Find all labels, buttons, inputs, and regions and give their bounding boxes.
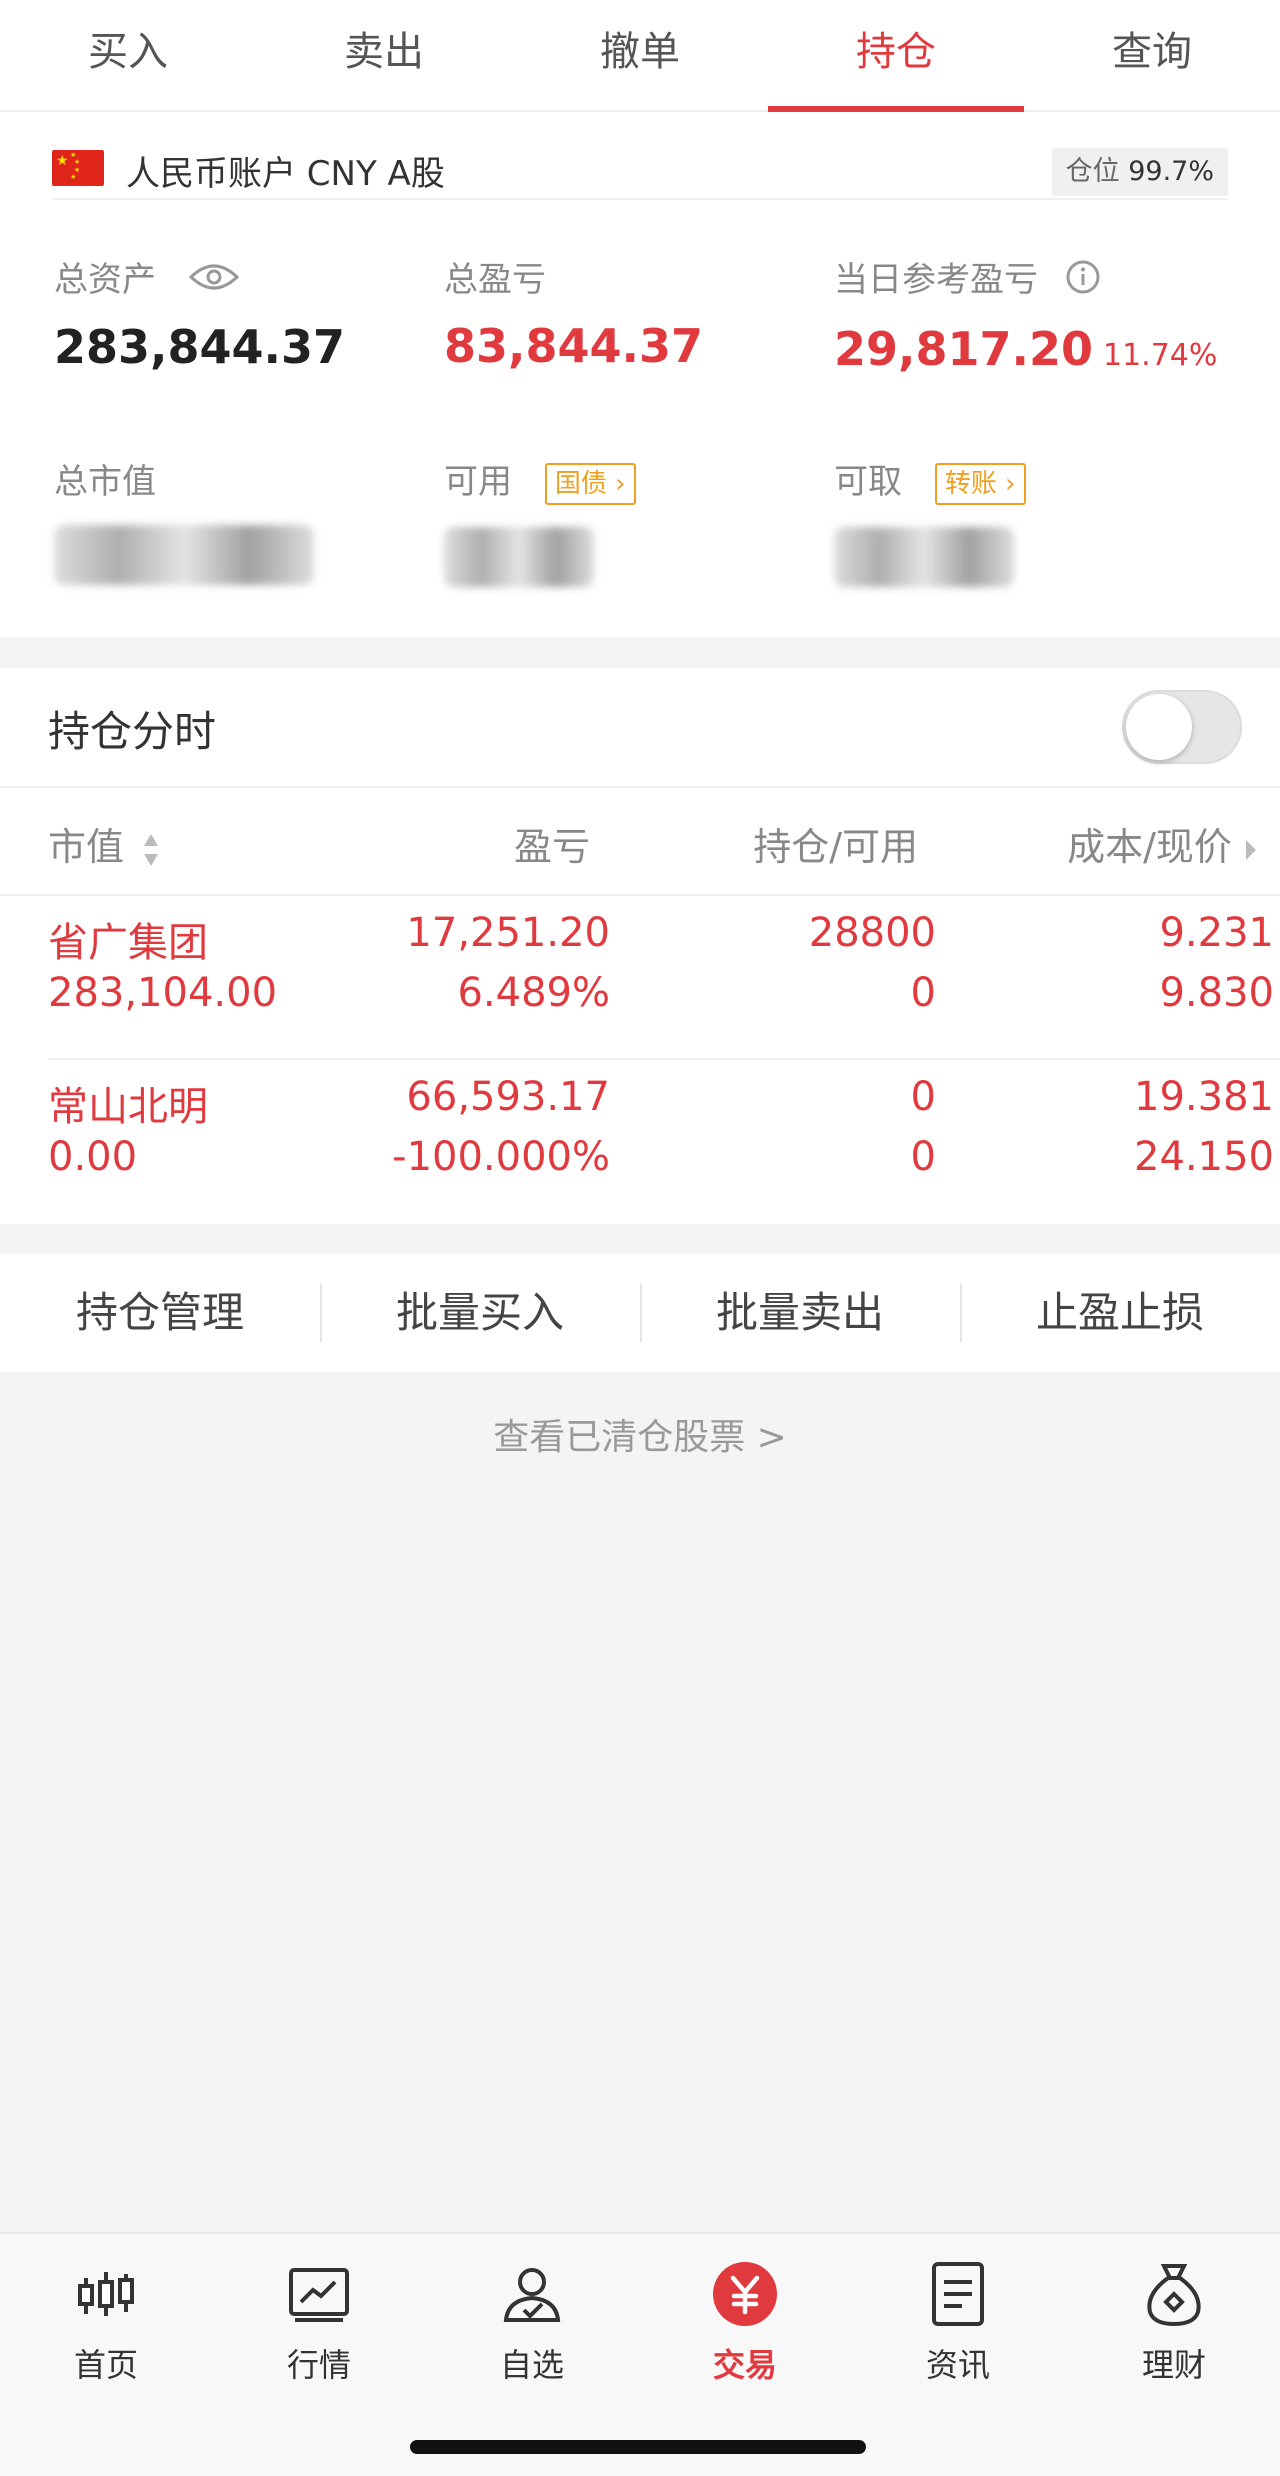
home-indicator[interactable] [410,2440,866,2454]
total-assets-label: 总资产 [54,260,156,300]
daily-pnl-stat: 当日参考盈亏 29,817.20 11.74% [834,252,1217,376]
nav-trade[interactable]: 交易 [675,2254,815,2386]
nav-market[interactable]: 行情 [249,2254,389,2386]
holdings-intraday-title: 持仓分时 [48,707,217,756]
market-value-label: 总市值 [54,462,156,502]
total-pnl-label: 总盈亏 [444,260,546,300]
document-icon [888,2254,1028,2334]
nav-trade-label: 交易 [712,2346,777,2384]
daily-pnl-value: 29,817.20 [834,322,1093,376]
stock-pnl: 66,593.17 [406,1074,610,1120]
holdings-section: 持仓分时 市值 盈亏 持仓/可用 成本/现价 省广集团 283,104.00 1… [0,668,1280,1224]
candlestick-icon [36,2254,176,2334]
total-assets-stat: 总资产 283,844.37 [54,252,345,374]
stock-cost: 9.231 [1159,910,1274,956]
stock-market-value: 283,104.00 [48,970,278,1016]
stock-price: 24.150 [1134,1134,1274,1180]
available-stat: 可用 国债 › [444,454,636,587]
person-check-icon [462,2254,602,2334]
header-cost-price[interactable]: 成本/现价 [1067,816,1258,871]
batch-buy-button[interactable]: 批量买入 [320,1254,640,1372]
available-redacted [444,526,594,587]
nav-market-label: 行情 [286,2346,351,2384]
header-market-value[interactable]: 市值 [48,816,160,871]
withdrawable-redacted [834,526,1014,587]
chart-line-icon [249,2254,389,2334]
position-ratio-badge: 仓位 99.7% [1051,148,1228,196]
nav-news[interactable]: 资讯 [888,2254,1028,2386]
nav-wealth[interactable]: 理财 [1104,2254,1244,2386]
nav-news-label: 资讯 [925,2346,990,2384]
total-pnl-stat: 总盈亏 83,844.37 [444,252,703,373]
chevron-right-icon [1246,839,1256,860]
holding-row[interactable]: 省广集团 283,104.00 17,251.20 6.489% 28800 0… [48,910,1274,1074]
nav-wealth-label: 理财 [1141,2346,1206,2384]
position-label: 仓位 [1065,156,1120,187]
tab-cancel-order[interactable]: 撤单 [512,0,768,110]
stock-market-value: 0.00 [48,1134,138,1180]
money-bag-icon [1104,2254,1244,2334]
withdrawable-label: 可取 [834,462,902,502]
holdings-action-bar: 持仓管理 批量买入 批量卖出 止盈止损 [0,1254,1280,1372]
yuan-icon [675,2254,815,2334]
eye-icon[interactable] [188,261,239,302]
stock-pnl-percent: 6.489% [457,970,610,1016]
stock-position: 0 [910,1074,936,1120]
header-pnl: 盈亏 [513,825,590,869]
take-profit-stop-loss-button[interactable]: 止盈止损 [960,1254,1280,1372]
tab-holdings[interactable]: 持仓 [768,0,1024,112]
bottom-nav-bar: 首页 行情 自选 交易 资讯 理财 [0,2232,1280,2476]
daily-pnl-label: 当日参考盈亏 [834,260,1038,300]
manage-holdings-button[interactable]: 持仓管理 [0,1254,320,1372]
stock-name: 省广集团 [48,920,208,966]
tab-query[interactable]: 查询 [1024,0,1280,110]
market-value-stat: 总市值 [54,454,314,585]
stock-pnl: 17,251.20 [406,910,610,956]
treasury-bond-tag[interactable]: 国债 › [544,462,636,505]
stock-cost: 19.381 [1134,1074,1274,1120]
row-divider [48,1058,1280,1060]
daily-pnl-percent: 11.74% [1103,338,1218,373]
nav-home-label: 首页 [73,2346,138,2384]
total-pnl-value: 83,844.37 [444,319,703,373]
available-label: 可用 [444,462,512,502]
info-icon[interactable] [1065,259,1101,304]
stock-available: 0 [910,970,936,1016]
toggle-knob [1126,694,1192,760]
nav-watchlist-label: 自选 [499,2346,564,2384]
stock-position: 28800 [808,910,936,956]
tab-buy[interactable]: 买入 [0,0,256,110]
holding-row[interactable]: 常山北明 0.00 66,593.17 -100.000% 0 0 19.381… [48,1074,1274,1238]
nav-home[interactable]: 首页 [36,2254,176,2386]
market-value-redacted [54,525,314,585]
top-tab-bar: 买入 卖出 撤单 持仓 查询 [0,0,1280,112]
stock-pnl-percent: -100.000% [392,1134,610,1180]
header-position-available: 持仓/可用 [753,825,918,869]
holdings-intraday-toggle[interactable] [1122,690,1242,764]
account-summary-card: ★ ★ ★ ★ ★ 人民币账户 CNY A股 仓位 99.7% 总资产 283,… [0,112,1280,637]
batch-sell-button[interactable]: 批量卖出 [640,1254,960,1372]
holdings-table-header: 市值 盈亏 持仓/可用 成本/现价 [0,786,1280,896]
account-header[interactable]: ★ ★ ★ ★ ★ 人民币账户 CNY A股 仓位 99.7% [52,134,1228,200]
total-assets-value: 283,844.37 [54,320,346,374]
stock-available: 0 [910,1134,936,1180]
view-cleared-stocks-link[interactable]: 查看已清仓股票 > [0,1408,1280,1460]
account-name: 人民币账户 CNY A股 [126,154,445,194]
sort-icon [144,833,159,866]
nav-watchlist[interactable]: 自选 [462,2254,602,2386]
position-value: 99.7% [1128,156,1214,187]
stock-price: 9.830 [1159,970,1274,1016]
china-flag-icon: ★ ★ ★ ★ ★ [52,150,104,186]
stock-name: 常山北明 [48,1084,208,1130]
withdrawable-stat: 可取 转账 › [834,454,1026,587]
transfer-tag[interactable]: 转账 › [934,462,1026,505]
tab-sell[interactable]: 卖出 [256,0,512,110]
